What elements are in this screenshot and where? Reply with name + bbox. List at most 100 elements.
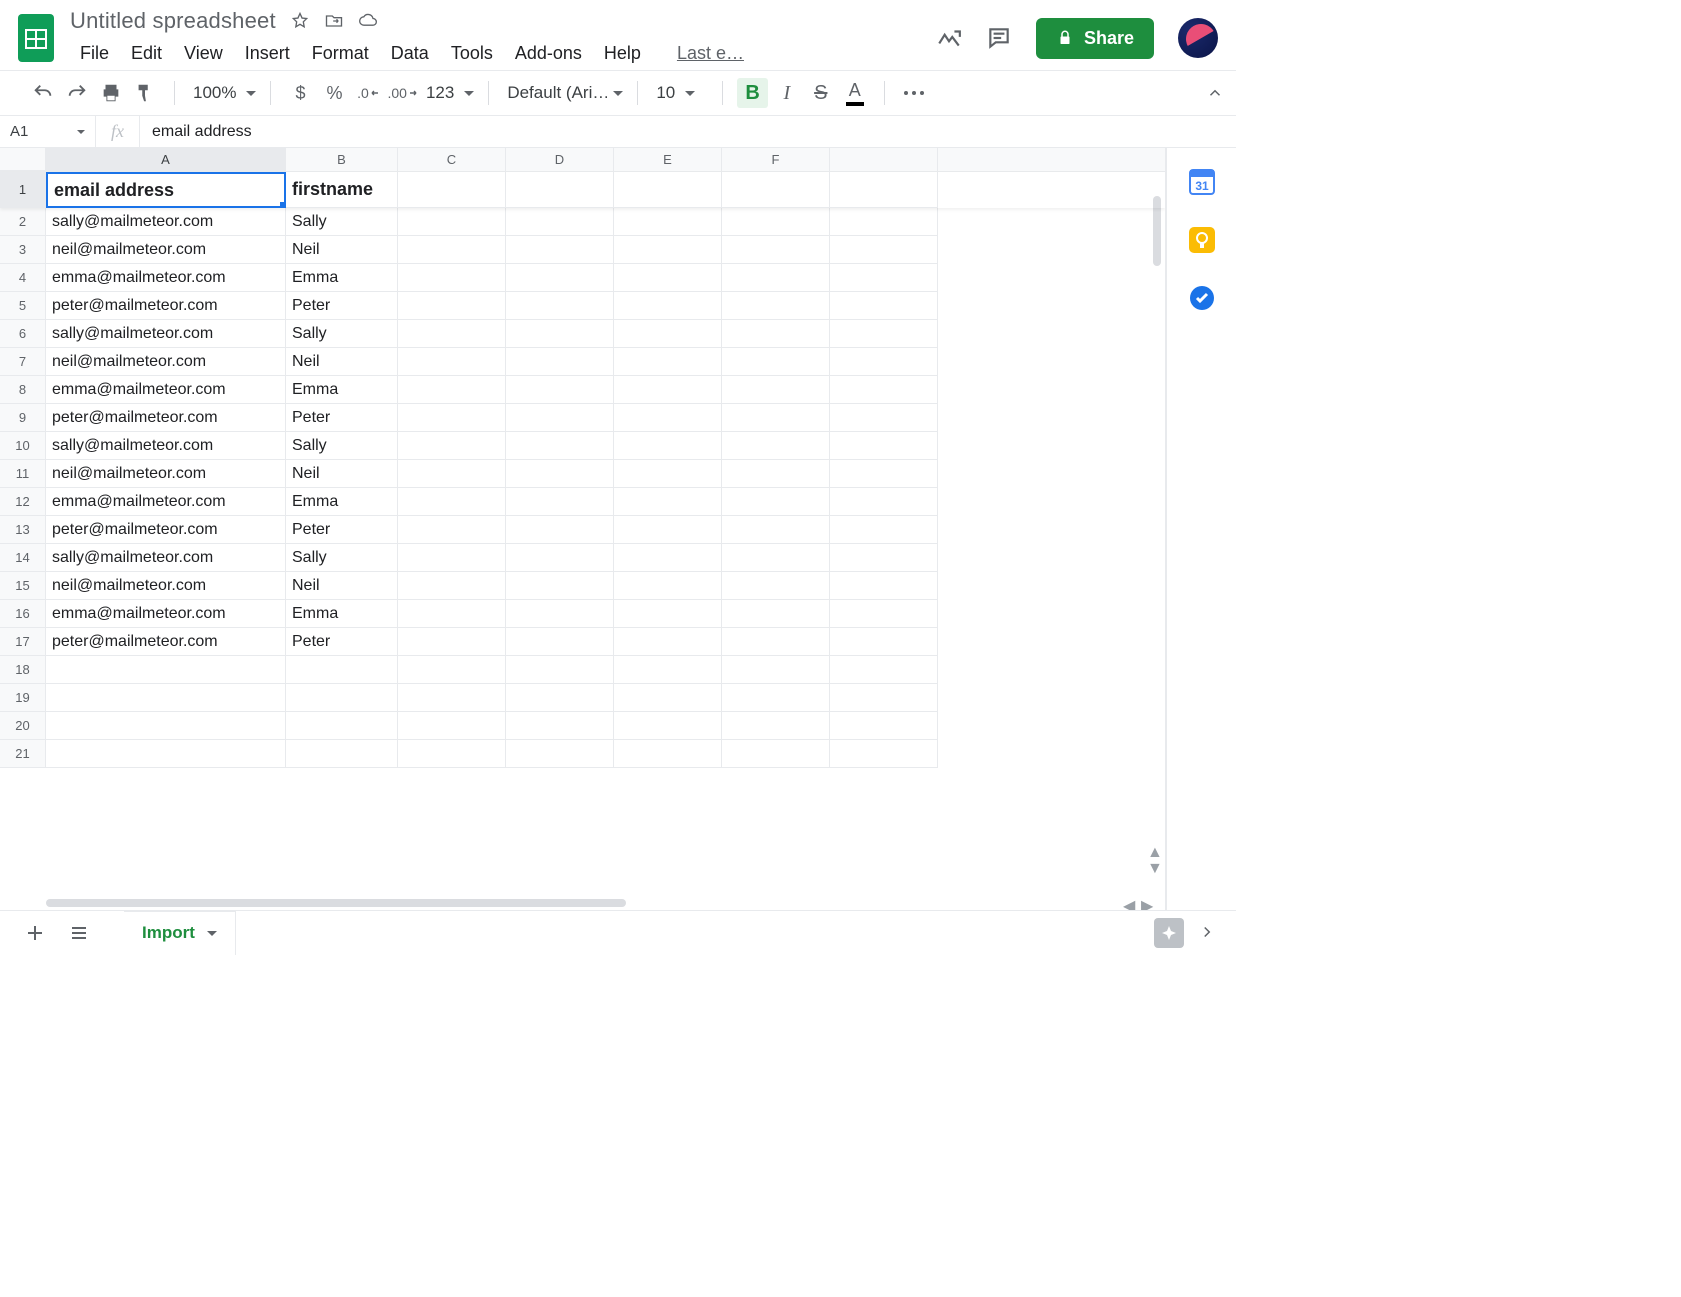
cell-D2[interactable] (506, 208, 614, 236)
cell-E14[interactable] (614, 544, 722, 572)
tasks-app-icon[interactable] (1188, 284, 1216, 312)
cell-A10[interactable]: sally@mailmeteor.com (46, 432, 286, 460)
row-header[interactable]: 21 (0, 740, 46, 768)
cell-G13[interactable] (830, 516, 938, 544)
percent-button[interactable]: % (319, 78, 349, 108)
cell-D14[interactable] (506, 544, 614, 572)
cell-E18[interactable] (614, 656, 722, 684)
cell-C17[interactable] (398, 628, 506, 656)
cell-A8[interactable]: emma@mailmeteor.com (46, 376, 286, 404)
column-header-E[interactable]: E (614, 148, 722, 171)
cell-G16[interactable] (830, 600, 938, 628)
cell-E7[interactable] (614, 348, 722, 376)
cell-C11[interactable] (398, 460, 506, 488)
cell-B2[interactable]: Sally (286, 208, 398, 236)
cell-A6[interactable]: sally@mailmeteor.com (46, 320, 286, 348)
cell-F4[interactable] (722, 264, 830, 292)
cell-C1[interactable] (398, 172, 506, 208)
cell-B8[interactable]: Emma (286, 376, 398, 404)
document-title[interactable]: Untitled spreadsheet (70, 8, 276, 34)
cell-G2[interactable] (830, 208, 938, 236)
cell-C16[interactable] (398, 600, 506, 628)
vertical-scrollbar[interactable] (1153, 176, 1163, 656)
cell-E12[interactable] (614, 488, 722, 516)
strikethrough-button[interactable]: S (806, 78, 836, 108)
cell-A20[interactable] (46, 712, 286, 740)
cell-G14[interactable] (830, 544, 938, 572)
cell-F6[interactable] (722, 320, 830, 348)
cell-B16[interactable]: Emma (286, 600, 398, 628)
cell-E2[interactable] (614, 208, 722, 236)
cell-C2[interactable] (398, 208, 506, 236)
more-formats-dropdown[interactable]: 123 (422, 83, 474, 103)
cell-C9[interactable] (398, 404, 506, 432)
row-header[interactable]: 16 (0, 600, 46, 628)
cell-E3[interactable] (614, 236, 722, 264)
cell-D8[interactable] (506, 376, 614, 404)
cell-G17[interactable] (830, 628, 938, 656)
column-header-F[interactable]: F (722, 148, 830, 171)
share-button[interactable]: Share (1036, 18, 1154, 59)
row-header[interactable]: 13 (0, 516, 46, 544)
cell-A17[interactable]: peter@mailmeteor.com (46, 628, 286, 656)
cell-E15[interactable] (614, 572, 722, 600)
print-button[interactable] (96, 78, 126, 108)
menu-format[interactable]: Format (302, 40, 379, 67)
cell-E5[interactable] (614, 292, 722, 320)
bold-button[interactable]: B (737, 78, 767, 108)
last-edit-link[interactable]: Last e… (667, 40, 754, 67)
cell-G1[interactable] (830, 172, 938, 208)
cell-C8[interactable] (398, 376, 506, 404)
cell-A13[interactable]: peter@mailmeteor.com (46, 516, 286, 544)
cell-A12[interactable]: emma@mailmeteor.com (46, 488, 286, 516)
cell-A1[interactable]: email address (46, 172, 286, 208)
cell-A2[interactable]: sally@mailmeteor.com (46, 208, 286, 236)
select-all-corner[interactable] (0, 148, 46, 171)
cell-C14[interactable] (398, 544, 506, 572)
cell-E17[interactable] (614, 628, 722, 656)
cell-E16[interactable] (614, 600, 722, 628)
cell-C20[interactable] (398, 712, 506, 740)
cell-C19[interactable] (398, 684, 506, 712)
cell-E20[interactable] (614, 712, 722, 740)
cell-F3[interactable] (722, 236, 830, 264)
calendar-app-icon[interactable]: 31 (1188, 168, 1216, 196)
cell-B1[interactable]: firstname (286, 172, 398, 208)
row-header[interactable]: 10 (0, 432, 46, 460)
cell-G7[interactable] (830, 348, 938, 376)
cell-E4[interactable] (614, 264, 722, 292)
cell-G3[interactable] (830, 236, 938, 264)
keep-app-icon[interactable] (1188, 226, 1216, 254)
row-header[interactable]: 6 (0, 320, 46, 348)
cell-D20[interactable] (506, 712, 614, 740)
row-header[interactable]: 11 (0, 460, 46, 488)
cell-C4[interactable] (398, 264, 506, 292)
row-header[interactable]: 9 (0, 404, 46, 432)
cell-D19[interactable] (506, 684, 614, 712)
sheet-tab-import[interactable]: Import (124, 911, 236, 955)
cell-A15[interactable]: neil@mailmeteor.com (46, 572, 286, 600)
cell-E1[interactable] (614, 172, 722, 208)
cell-C21[interactable] (398, 740, 506, 768)
cell-D12[interactable] (506, 488, 614, 516)
scroll-up-icon[interactable]: ▲ (1147, 844, 1161, 858)
cell-F8[interactable] (722, 376, 830, 404)
cell-A11[interactable]: neil@mailmeteor.com (46, 460, 286, 488)
redo-button[interactable] (62, 78, 92, 108)
cell-B15[interactable]: Neil (286, 572, 398, 600)
cell-G4[interactable] (830, 264, 938, 292)
font-size-dropdown[interactable]: 10 (652, 83, 708, 103)
collapse-toolbar-button[interactable] (1200, 78, 1230, 108)
cell-G8[interactable] (830, 376, 938, 404)
cell-A21[interactable] (46, 740, 286, 768)
menu-tools[interactable]: Tools (441, 40, 503, 67)
row-header[interactable]: 17 (0, 628, 46, 656)
cell-F11[interactable] (722, 460, 830, 488)
cell-G9[interactable] (830, 404, 938, 432)
side-panel-toggle[interactable] (1198, 923, 1218, 943)
cell-B3[interactable]: Neil (286, 236, 398, 264)
cell-B20[interactable] (286, 712, 398, 740)
cell-B4[interactable]: Emma (286, 264, 398, 292)
cell-D16[interactable] (506, 600, 614, 628)
menu-file[interactable]: File (70, 40, 119, 67)
